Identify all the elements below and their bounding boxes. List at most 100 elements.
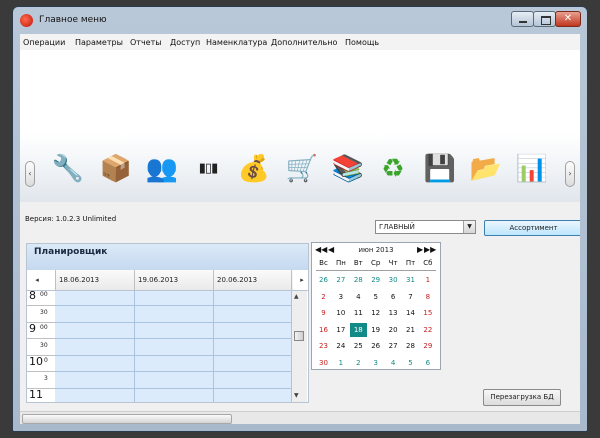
minute-label: 30 — [40, 309, 48, 316]
planner-date-header[interactable]: 18.06.2013 — [55, 270, 135, 290]
users-icon[interactable]: 👥 — [144, 152, 180, 186]
main-window: Главное меню ✕ Операции Параметры Отчеты… — [12, 6, 588, 432]
calendar-day[interactable]: 26 — [367, 339, 384, 353]
close-button[interactable]: ✕ — [555, 11, 581, 27]
minimize-button[interactable] — [511, 11, 534, 27]
calendar-day[interactable]: 21 — [402, 323, 419, 337]
calendar-day[interactable]: 1 — [419, 273, 436, 287]
shopping-cart-icon[interactable]: 🛒 — [284, 152, 320, 186]
menu-operations[interactable]: Операции — [23, 38, 65, 47]
calendar-day[interactable]: 4 — [350, 290, 367, 304]
calendar-day[interactable]: 3 — [367, 356, 384, 370]
books-icon[interactable]: 📚 — [330, 152, 366, 186]
menu-nomenclature[interactable]: Наменклатура — [206, 38, 267, 47]
minute-label: 3 — [44, 375, 48, 382]
minimize-icon — [519, 21, 527, 23]
calendar-day-today[interactable]: 18 — [349, 322, 367, 337]
planner-time-slots[interactable] — [55, 291, 291, 402]
chevron-down-icon[interactable]: ▼ — [463, 221, 475, 233]
calendar-day[interactable]: 27 — [332, 273, 349, 287]
calendar-day[interactable]: 16 — [315, 323, 332, 337]
horizontal-scroll-thumb[interactable] — [22, 414, 232, 424]
calendar-day[interactable]: 30 — [315, 356, 332, 370]
chart-icon[interactable]: 📊 — [514, 152, 550, 186]
barcode-icon[interactable]: ▮▯▮ — [190, 152, 226, 186]
calendar-day[interactable]: 8 — [419, 290, 436, 304]
calendar-day[interactable]: 19 — [367, 323, 384, 337]
calendar-day[interactable]: 5 — [367, 290, 384, 304]
maximize-icon — [541, 16, 551, 25]
calendar-day[interactable]: 22 — [419, 323, 436, 337]
calendar-day[interactable]: 2 — [350, 356, 367, 370]
calendar-day[interactable]: 9 — [315, 306, 332, 320]
calendar-day[interactable]: 2 — [315, 290, 332, 304]
hour-label: 10 — [29, 355, 43, 368]
assortment-button[interactable]: Ассортимент — [484, 220, 580, 236]
floppy-disk-icon[interactable]: 💾 — [422, 152, 458, 186]
calendar-day[interactable]: 11 — [350, 306, 367, 320]
calendar-day[interactable]: 31 — [402, 273, 419, 287]
calendar-day[interactable]: 26 — [315, 273, 332, 287]
minute-label: 0 — [44, 357, 48, 364]
calendar-day[interactable]: 24 — [332, 339, 349, 353]
calendar-day[interactable]: 25 — [350, 339, 367, 353]
time-divider — [27, 305, 55, 306]
calendar-day[interactable]: 6 — [385, 290, 402, 304]
title-bar[interactable]: Главное меню ✕ — [13, 7, 587, 33]
calendar-day[interactable]: 29 — [367, 273, 384, 287]
maximize-button[interactable] — [533, 11, 556, 27]
calendar-day[interactable]: 1 — [332, 356, 349, 370]
money-bag-icon[interactable]: 💰 — [236, 152, 272, 186]
planner-date-header[interactable]: 19.06.2013 — [134, 270, 214, 290]
toolbar-scroll-left-button[interactable]: ‹ — [25, 161, 35, 187]
calendar-day[interactable]: 27 — [385, 339, 402, 353]
calendar-day[interactable]: 28 — [402, 339, 419, 353]
next-month-icon[interactable]: ▶ — [417, 245, 423, 254]
menu-bar: Операции Параметры Отчеты Доступ Наменкл… — [20, 34, 580, 50]
calendar-day[interactable]: 5 — [402, 356, 419, 370]
refresh-arrows-icon[interactable]: ♻ — [375, 152, 411, 186]
menu-additional[interactable]: Дополнительно — [271, 38, 337, 47]
planner-date-header[interactable]: 20.06.2013 — [213, 270, 293, 290]
calendar-day[interactable]: 7 — [402, 290, 419, 304]
calendar-day[interactable]: 30 — [385, 273, 402, 287]
tools-icon[interactable]: 🔧 — [50, 152, 86, 186]
folders-icon[interactable]: 📂 — [468, 152, 504, 186]
store-select[interactable]: ГЛАВНЫЙ ▼ — [375, 220, 476, 234]
calendar-day[interactable]: 6 — [419, 356, 436, 370]
planner-time-column: 8 00 30 9 00 30 10 0 3 11 — [27, 289, 55, 402]
calendar-day[interactable]: 13 — [385, 306, 402, 320]
minute-label: 00 — [40, 324, 48, 331]
calendar-day[interactable]: 14 — [402, 306, 419, 320]
menu-help[interactable]: Помощь — [345, 38, 379, 47]
planner-next-button[interactable]: ▸ — [291, 270, 308, 290]
menu-access[interactable]: Доступ — [170, 38, 200, 47]
app-icon — [20, 14, 33, 27]
box-arrow-icon[interactable]: 📦 — [98, 152, 134, 186]
slot-divider — [55, 338, 291, 339]
calendar-day[interactable]: 28 — [350, 273, 367, 287]
menu-parameters[interactable]: Параметры — [75, 38, 123, 47]
calendar-day[interactable]: 3 — [332, 290, 349, 304]
calendar-day[interactable]: 20 — [385, 323, 402, 337]
scroll-thumb[interactable] — [294, 331, 304, 341]
planner-vertical-scrollbar[interactable]: ▲ ▼ — [291, 291, 307, 402]
client-area: Операции Параметры Отчеты Доступ Наменкл… — [20, 34, 580, 424]
calendar-day[interactable]: 29 — [419, 339, 436, 353]
horizontal-scrollbar[interactable] — [20, 411, 580, 424]
calendar-day[interactable]: 10 — [332, 306, 349, 320]
next-year-icon[interactable]: ▶▶ — [424, 245, 436, 254]
version-label: Версия: 1.0.2.3 Unlimited — [25, 215, 117, 223]
planner-prev-button[interactable]: ◂ — [27, 270, 47, 290]
calendar-day[interactable]: 15 — [419, 306, 436, 320]
calendar-day[interactable]: 12 — [367, 306, 384, 320]
reload-db-button[interactable]: Перезагрузка БД — [483, 389, 561, 406]
menu-reports[interactable]: Отчеты — [130, 38, 162, 47]
toolbar-scroll-right-button[interactable]: › — [565, 161, 575, 187]
calendar-day[interactable]: 4 — [385, 356, 402, 370]
calendar-day[interactable]: 23 — [315, 339, 332, 353]
calendar-day[interactable]: 17 — [332, 323, 349, 337]
scroll-up-icon[interactable]: ▲ — [294, 293, 299, 300]
scroll-down-icon[interactable]: ▼ — [294, 392, 299, 399]
minute-label: 00 — [40, 291, 48, 298]
